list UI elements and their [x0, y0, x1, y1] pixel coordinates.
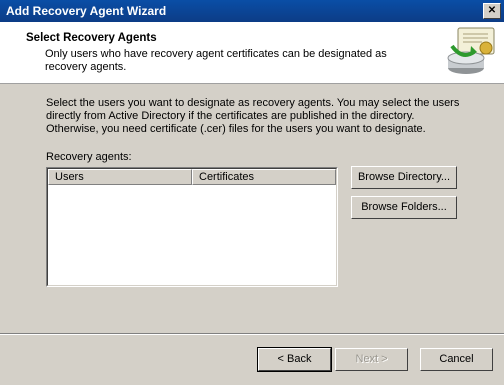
window-title: Add Recovery Agent Wizard [6, 4, 167, 18]
wizard-window: Add Recovery Agent Wizard ✕ Select Recov… [0, 0, 504, 385]
cancel-button[interactable]: Cancel [420, 348, 493, 371]
column-header-users[interactable]: Users [48, 169, 192, 185]
wizard-header: Select Recovery Agents Only users who ha… [0, 22, 504, 84]
list-frame: Users Certificates [47, 168, 337, 286]
back-button[interactable]: < Back [257, 347, 332, 372]
next-button[interactable]: Next > [335, 348, 408, 371]
page-title: Select Recovery Agents [26, 32, 157, 44]
instructions-text: Select the users you want to designate a… [46, 97, 460, 135]
recovery-agents-label: Recovery agents: [46, 151, 132, 163]
close-icon: ✕ [487, 5, 497, 16]
certificate-disk-icon [447, 27, 495, 74]
close-button[interactable]: ✕ [483, 3, 501, 19]
column-header-certificates[interactable]: Certificates [192, 169, 336, 185]
recovery-agents-list[interactable]: Users Certificates [46, 167, 338, 287]
footer-separator [0, 333, 504, 335]
browse-folders-button[interactable]: Browse Folders... [351, 196, 457, 219]
browse-directory-button[interactable]: Browse Directory... [351, 166, 457, 189]
title-bar[interactable]: Add Recovery Agent Wizard ✕ [0, 0, 504, 22]
page-subtitle: Only users who have recovery agent certi… [45, 48, 387, 73]
